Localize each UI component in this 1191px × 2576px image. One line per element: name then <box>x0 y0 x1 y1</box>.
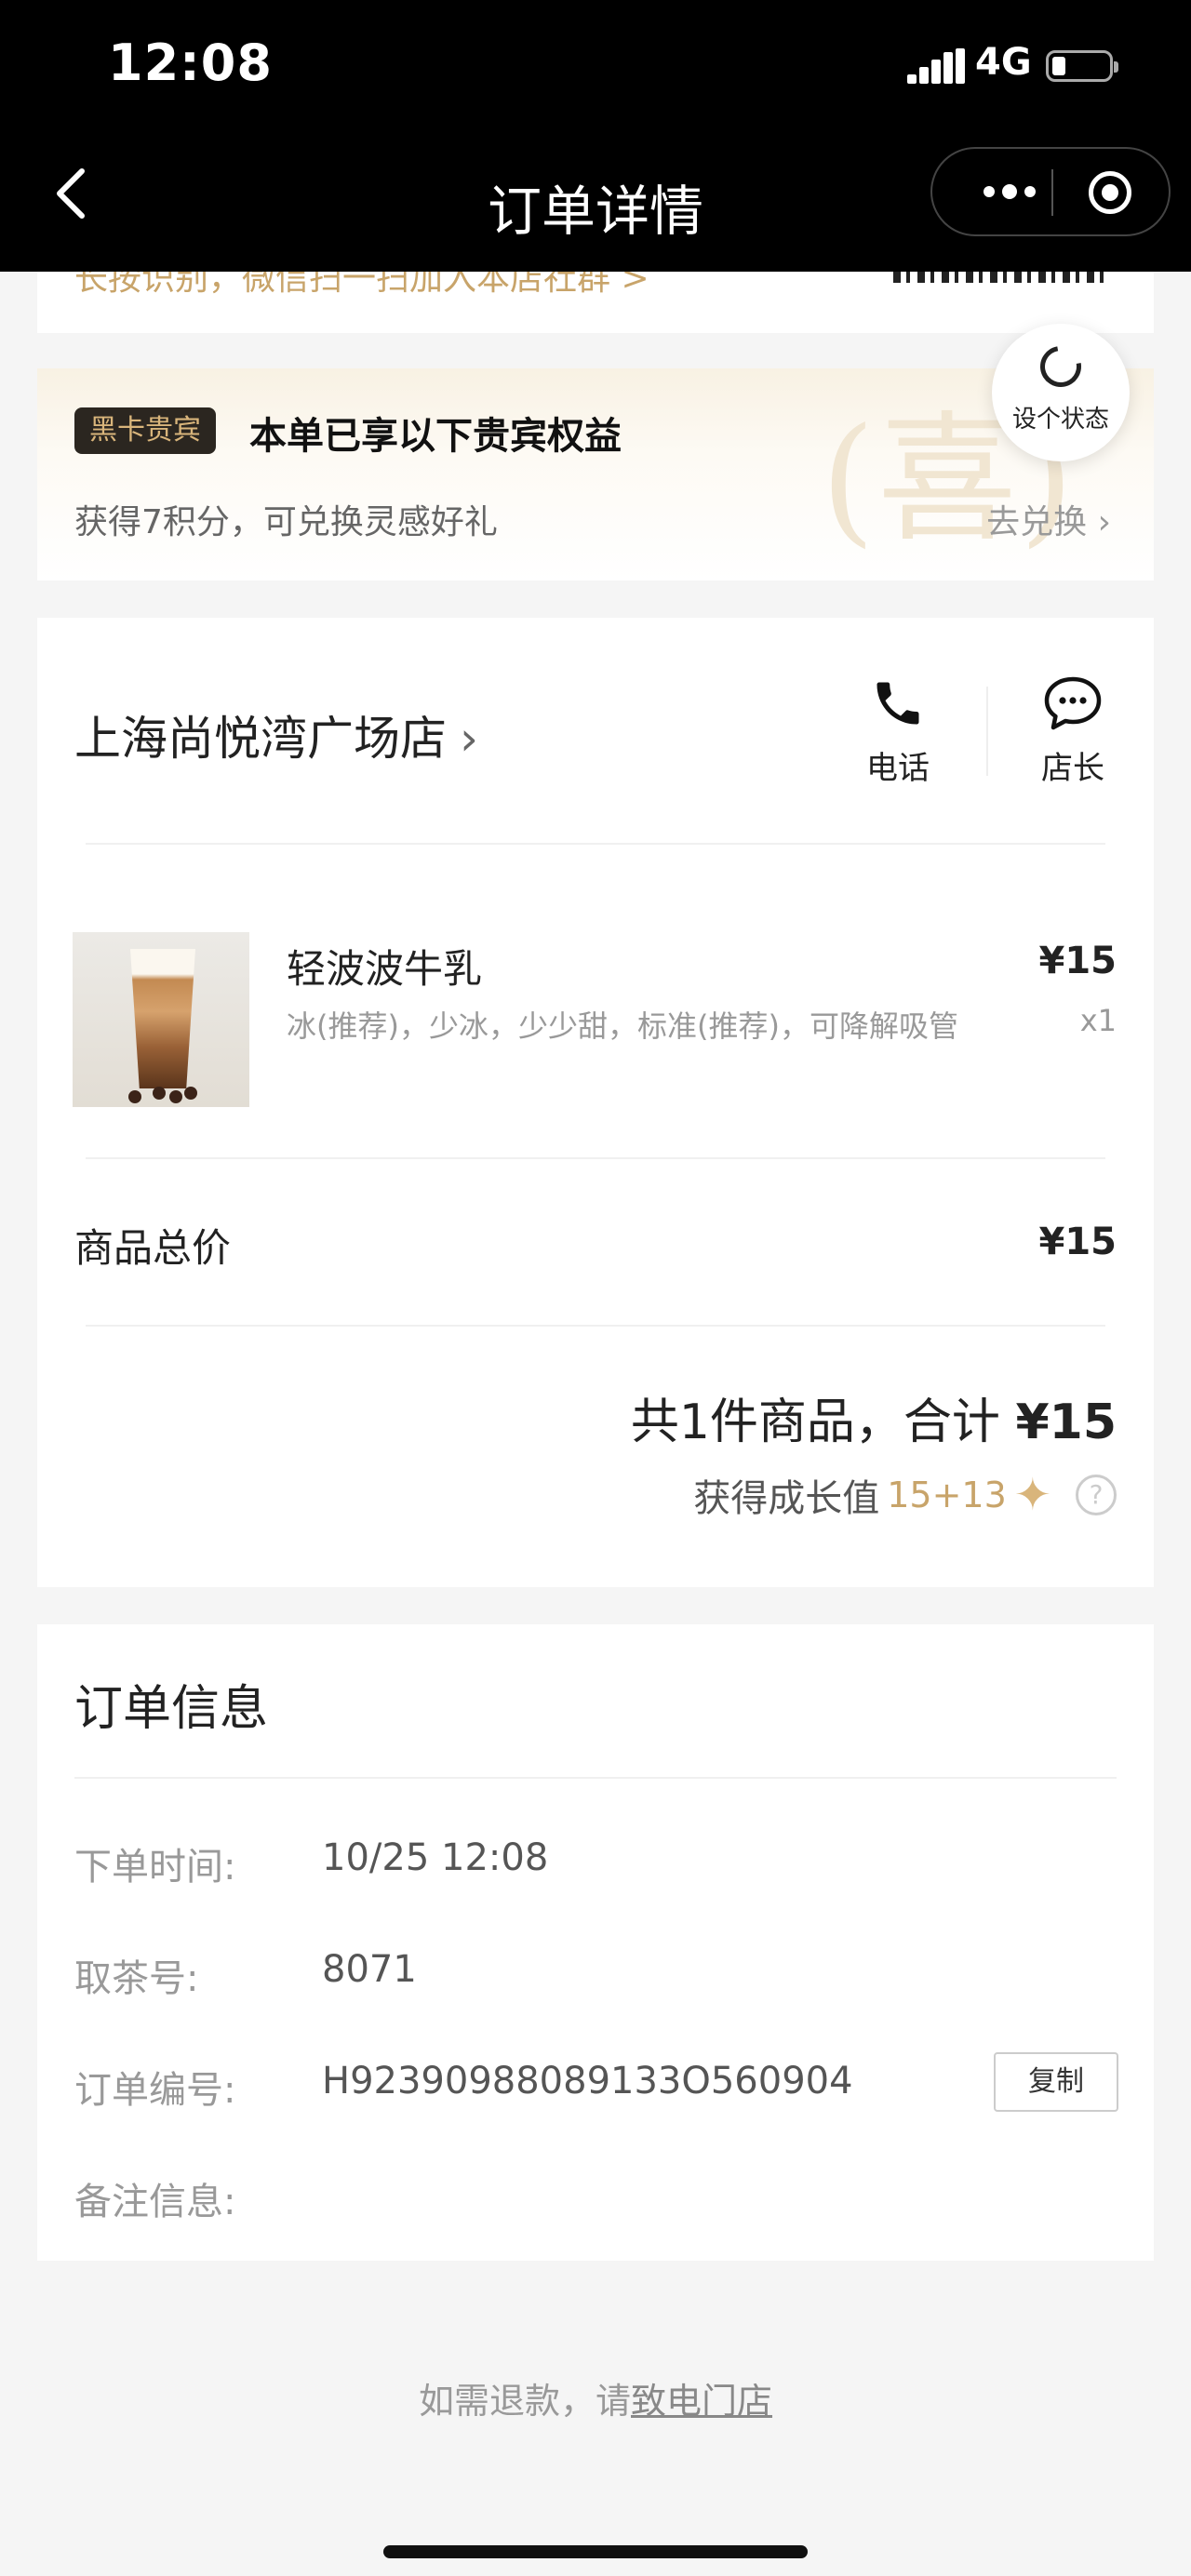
pickup-number-value: 8071 <box>322 1948 417 1991</box>
redeem-link[interactable]: 去兑换 › <box>986 495 1111 543</box>
chevron-right-icon: › <box>460 712 478 766</box>
growth-value-row: 获得成长值 15+13 ✦ ? <box>693 1468 1117 1522</box>
refresh-icon <box>1032 338 1090 395</box>
copy-order-number-button[interactable]: 复制 <box>994 2052 1118 2112</box>
divider <box>86 1325 1105 1327</box>
order-total: 共1件商品，合计 ¥15 <box>631 1382 1117 1452</box>
help-icon[interactable]: ? <box>1076 1475 1117 1515</box>
battery-icon <box>1046 50 1118 82</box>
refund-prefix: 如需退款，请 <box>418 2381 631 2422</box>
vip-badge: 黑卡贵宾 <box>74 407 216 454</box>
order-card: 上海尚悦湾广场店 › 电话 店长 轻波波牛乳 冰(推荐)，少冰，少少甜，标准(推荐… <box>37 618 1154 1587</box>
call-store-link[interactable]: 致电门店 <box>631 2381 772 2422</box>
sparkle-icon: ✦ <box>1013 1469 1051 1521</box>
divider <box>86 1157 1105 1159</box>
top-bar: 12:08 4G 订单详情 <box>0 0 1191 272</box>
order-total-prefix: 共1件商品，合计 <box>630 1395 1016 1450</box>
more-menu-button[interactable] <box>968 149 1051 234</box>
subtotal-value: ¥15 <box>1038 1221 1117 1263</box>
capsule-divider <box>1051 169 1053 216</box>
store-name: 上海尚悦湾广场店 <box>74 712 447 766</box>
refund-notice: 如需退款，请致电门店 <box>0 2372 1191 2423</box>
pickup-number-label: 取茶号: <box>74 1957 199 2000</box>
order-number-value: H92390988089133O560904 <box>322 2060 853 2102</box>
call-store-button[interactable]: 电话 <box>847 675 949 788</box>
product-options: 冰(推荐)，少冰，少少甜，标准(推荐)，可降解吸管 <box>287 1008 958 1044</box>
product-image <box>73 932 249 1107</box>
mini-program-capsule <box>930 147 1171 236</box>
order-number-label: 订单编号: <box>74 2069 236 2112</box>
contact-manager-label: 店长 <box>1041 750 1104 787</box>
growth-label: 获得成长值 <box>693 1477 880 1520</box>
home-indicator <box>383 2545 808 2558</box>
order-info-card: 订单信息 下单时间: 10/25 12:08 取茶号: 8071 订单编号: H… <box>37 1624 1154 2261</box>
call-store-label: 电话 <box>866 750 930 787</box>
set-status-button[interactable]: 设个状态 <box>992 324 1130 461</box>
divider <box>86 843 1105 845</box>
divider <box>74 1777 1117 1779</box>
product-quantity: x1 <box>1079 1003 1117 1038</box>
product-name: 轻波波牛乳 <box>287 946 483 992</box>
signal-icon <box>907 48 965 84</box>
product-price: ¥15 <box>1038 940 1117 982</box>
close-mini-program-button[interactable] <box>1089 171 1131 214</box>
order-time-value: 10/25 12:08 <box>322 1836 549 1879</box>
status-time: 12:08 <box>108 33 273 92</box>
vip-title: 本单已享以下贵宾权益 <box>249 415 622 458</box>
subtotal-label: 商品总价 <box>74 1225 232 1271</box>
order-info-title: 订单信息 <box>74 1681 269 1737</box>
order-total-amount: ¥15 <box>1015 1395 1117 1450</box>
set-status-label: 设个状态 <box>1011 406 1109 434</box>
vip-benefits-card: 喜 黑卡贵宾 本单已享以下贵宾权益 获得7积分，可兑换灵感好礼 去兑换 › <box>37 368 1154 581</box>
vip-points-desc: 获得7积分，可兑换灵感好礼 <box>74 503 498 541</box>
store-name-link[interactable]: 上海尚悦湾广场店 › <box>74 701 478 768</box>
growth-value: 15+13 <box>887 1475 1007 1515</box>
phone-icon <box>877 682 919 725</box>
order-time-label: 下单时间: <box>74 1846 236 1889</box>
note-label: 备注信息: <box>74 2181 236 2223</box>
contact-manager-button[interactable]: 店长 <box>1022 675 1124 788</box>
network-type: 4G <box>975 41 1032 84</box>
action-divider <box>986 687 988 776</box>
chat-bubble-icon <box>1044 676 1102 730</box>
